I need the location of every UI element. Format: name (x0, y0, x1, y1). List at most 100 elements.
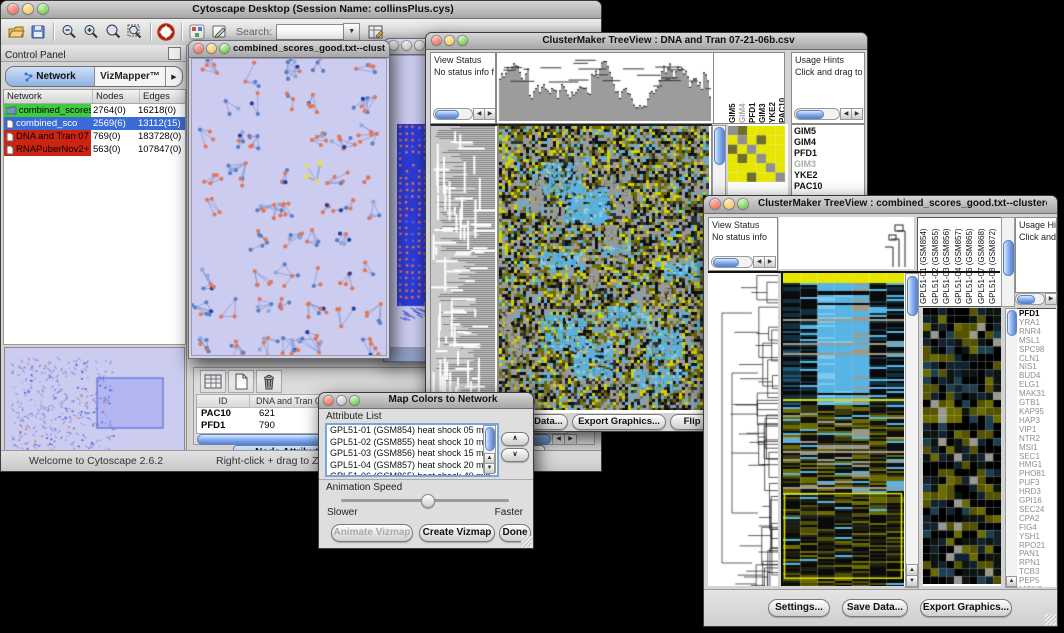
scroll-down-arrow[interactable]: ▼ (484, 463, 495, 474)
tab-overflow-arrow[interactable]: ▶ (165, 67, 182, 86)
search-dropdown-button[interactable]: ▼ (343, 23, 360, 41)
close-button[interactable] (8, 4, 18, 14)
zoom-button[interactable] (458, 36, 467, 45)
minimize-button[interactable] (207, 44, 216, 53)
network-table-header[interactable]: Network Nodes Edges (4, 90, 185, 104)
tv2-gene-list[interactable]: PFD1YRA1RNR4MSL1SPC98CLN1NIS1BUD4ELG1MAK… (1017, 308, 1056, 587)
list-item[interactable]: GPL51-04 (GSM857) heat shock 20 min (327, 460, 497, 472)
list-item[interactable]: YKE2 (792, 170, 864, 181)
network-table-row[interactable]: RNAPuberNov2+563(0)107847(0) (4, 143, 185, 156)
attribute-list[interactable]: GPL51-01 (GSM854) heat shock 05 minGPL51… (325, 423, 499, 477)
tab-network[interactable]: Network (6, 67, 95, 86)
zoom-selected-icon[interactable] (104, 23, 122, 41)
network-canvas-1[interactable] (191, 58, 387, 356)
open-file-icon[interactable] (7, 23, 25, 41)
annotation-icon[interactable] (210, 23, 228, 41)
search-input[interactable] (276, 24, 343, 40)
tv2-heatmap-vscrollbar[interactable]: ▲ ▼ (905, 273, 919, 588)
list-item[interactable]: GIM5 (792, 126, 864, 137)
tv2-status-hscrollbar[interactable] (711, 256, 753, 268)
list-item[interactable]: GIM3 (758, 63, 768, 123)
list-item[interactable]: PAC10 (778, 63, 785, 123)
animate-vizmap-button[interactable]: Animate Vizmap (331, 524, 413, 542)
network-name[interactable]: RNAPuberNov2+ (4, 143, 91, 156)
close-button[interactable] (194, 44, 203, 53)
zoom-button[interactable] (350, 396, 359, 405)
resize-grip[interactable] (521, 536, 532, 547)
move-down-button[interactable]: ∨ (501, 448, 529, 462)
network-table-row[interactable]: combined_scores2764(0)16218(0) (4, 104, 185, 117)
save-icon[interactable] (29, 23, 47, 41)
tv2-usage-hscrollbar[interactable] (1015, 293, 1045, 305)
new-attribute-icon[interactable] (228, 370, 254, 393)
main-title-bar[interactable]: Cytoscape Desktop (Session Name: collins… (1, 1, 601, 19)
vizmap-nodes-icon[interactable] (188, 23, 206, 41)
list-item[interactable]: GIM3 (792, 159, 864, 170)
slider-thumb[interactable] (421, 494, 435, 508)
export-graphics-button[interactable]: Export Graphics... (920, 599, 1012, 617)
list-item[interactable]: GPL51-08 (GSM872) (988, 218, 1000, 304)
tv1-status-hscrollbar[interactable] (433, 108, 473, 120)
list-item[interactable]: GPL51-02 (GSM855) heat shock 10 min (327, 437, 497, 449)
list-item[interactable]: GIM4 (738, 63, 748, 123)
export-graphics-button[interactable]: Export Graphics... (572, 414, 666, 430)
zoom-button[interactable] (220, 44, 229, 53)
list-item[interactable]: GPL51-07 (GSM868) (977, 218, 989, 304)
list-item[interactable]: GPL51-06 (GSM865) (965, 218, 977, 304)
minimize-button[interactable] (402, 41, 411, 50)
resize-grip[interactable] (1045, 614, 1056, 625)
zoom-in-icon[interactable] (82, 23, 100, 41)
tv1-gene-dendrogram[interactable] (430, 124, 498, 415)
scroll-right-arrow[interactable]: ▶ (764, 256, 776, 268)
list-item[interactable]: GPL51-01 (GSM854) (919, 218, 931, 304)
tab-vizmapper[interactable]: VizMapper™ (95, 67, 165, 86)
list-item[interactable]: GPL51-03 (GSM856) (942, 218, 954, 304)
list-item[interactable]: PFD1 (748, 63, 758, 123)
list-item[interactable]: PFD1 (792, 148, 864, 159)
minimize-button[interactable] (445, 36, 454, 45)
list-item[interactable]: GPL51-01 (GSM854) heat shock 05 min (327, 425, 497, 437)
tv1-heatmap[interactable] (498, 124, 712, 415)
tv2-column-dendrogram[interactable] (779, 217, 914, 269)
scroll-down-arrow[interactable]: ▼ (906, 575, 918, 587)
help-lifering-icon[interactable] (157, 23, 175, 41)
attribute-browser-icon[interactable] (367, 23, 385, 41)
tv2-column-labels[interactable]: GPL51-01 (GSM854)GPL51-02 (GSM855)GPL51-… (917, 217, 1002, 307)
list-item[interactable]: GPL51-06 (GSM865) heat shock 40 min (327, 471, 497, 477)
float-panel-icon[interactable] (168, 47, 181, 60)
list-item[interactable]: MON2 (1017, 586, 1056, 587)
zoom-button[interactable] (415, 41, 424, 50)
tv2-mini-heatmap[interactable] (923, 308, 1001, 586)
close-button[interactable] (710, 199, 720, 209)
scroll-up-arrow[interactable]: ▲ (1006, 576, 1017, 587)
zoom-button[interactable] (738, 199, 748, 209)
zoom-fit-icon[interactable] (126, 23, 144, 41)
list-item[interactable]: GPL51-03 (GSM856) heat shock 15 min (327, 448, 497, 460)
scroll-right-arrow[interactable]: ▶ (1045, 293, 1057, 305)
list-item[interactable]: GPL51-04 (GSM857) (954, 218, 966, 304)
zoom-button[interactable] (38, 4, 48, 14)
minimize-button[interactable] (724, 199, 734, 209)
tv2-collabel-vscrollbar[interactable] (1001, 217, 1015, 307)
list-item[interactable]: GIM5 (728, 63, 738, 123)
network-name[interactable]: combined_sco (4, 117, 91, 130)
tv1-usage-hscrollbar[interactable] (794, 108, 840, 120)
scroll-right-arrow[interactable]: ▶ (851, 108, 863, 120)
animation-speed-slider[interactable] (341, 499, 509, 502)
list-item[interactable]: GIM4 (792, 137, 864, 148)
tv2-heatmap[interactable] (781, 273, 906, 586)
network-table-row[interactable]: combined_sco2569(6)13112(15) (4, 117, 185, 130)
scroll-right-arrow[interactable]: ▶ (564, 434, 577, 445)
birdseye-view[interactable] (4, 347, 185, 461)
list-item[interactable]: PAC10 (792, 181, 864, 192)
close-button[interactable] (389, 41, 398, 50)
select-attributes-icon[interactable] (200, 370, 226, 393)
move-up-button[interactable]: ∧ (501, 432, 529, 446)
tv2-gene-dendrogram[interactable] (708, 273, 778, 586)
zoom-out-icon[interactable] (60, 23, 78, 41)
close-button[interactable] (324, 396, 333, 405)
scroll-right-arrow[interactable]: ▶ (484, 108, 496, 120)
network-name[interactable]: combined_scores (4, 104, 91, 117)
minimize-button[interactable] (23, 4, 33, 14)
list-item[interactable]: GPL51-02 (GSM855) (931, 218, 943, 304)
